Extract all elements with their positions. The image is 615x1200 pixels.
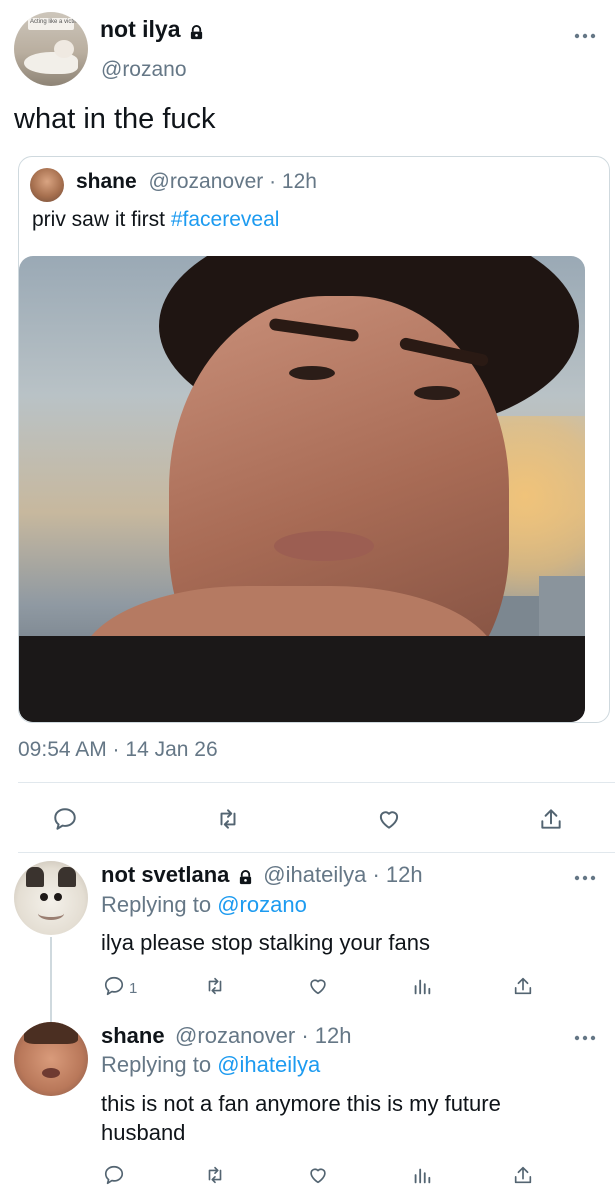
replying-to-line: Replying to @ihateilya [101, 1052, 320, 1078]
reply-handle-time[interactable]: @ihateilya · 12h [263, 862, 422, 887]
reply-header: shane @rozanover · 12h [101, 1023, 351, 1049]
share-icon[interactable] [512, 1164, 534, 1186]
lock-icon [239, 870, 251, 885]
divider [18, 852, 615, 853]
tweet-timestamp[interactable]: 09:54 AM · 14 Jan 26 [18, 738, 218, 762]
analytics-icon[interactable] [411, 975, 433, 997]
heart-icon[interactable] [307, 975, 329, 997]
share-icon[interactable] [512, 975, 534, 997]
more-options-icon[interactable] [574, 1035, 596, 1041]
share-icon[interactable] [538, 806, 564, 832]
quoted-handle-time[interactable]: @rozanover · 12h [149, 170, 317, 193]
replying-to-label: Replying to [101, 892, 212, 917]
divider [18, 782, 615, 783]
quoted-photo[interactable] [19, 256, 585, 722]
heart-icon[interactable] [376, 806, 402, 832]
lock-icon [190, 25, 203, 40]
reply-handle-time[interactable]: @rozanover · 12h [175, 1023, 351, 1048]
replying-to-label: Replying to [101, 1052, 212, 1077]
quoted-text-body: priv saw it first [32, 208, 166, 231]
quoted-author-name[interactable]: shane [76, 170, 137, 193]
heart-icon[interactable] [307, 1164, 329, 1186]
quoted-author-row: shane @rozanover · 12h [76, 170, 317, 194]
more-options-icon[interactable] [574, 875, 596, 881]
author-handle[interactable]: @rozano [101, 58, 187, 82]
retweet-icon[interactable] [204, 975, 226, 997]
replying-to-line: Replying to @rozano [101, 892, 307, 918]
retweet-icon[interactable] [204, 1164, 226, 1186]
reply-author-name[interactable]: not svetlana [101, 862, 229, 887]
reply-text: ilya please stop stalking your fans [101, 930, 430, 955]
quoted-text: priv saw it first #facereveal [32, 208, 279, 232]
reply-header: not svetlana @ihateilya · 12h [101, 862, 423, 888]
more-options-icon[interactable] [574, 33, 596, 39]
author-name-row: not ilya [100, 16, 204, 43]
reply-author-name[interactable]: shane [101, 1023, 165, 1048]
reply-text: this is not a fan anymore this is my fut… [101, 1091, 501, 1145]
quoted-avatar[interactable] [30, 168, 64, 202]
reply-icon[interactable] [103, 1164, 125, 1186]
avatar[interactable]: Acting like a victim [14, 12, 88, 86]
reply-icon[interactable] [103, 975, 125, 997]
replying-to-handle[interactable]: @ihateilya [217, 1052, 320, 1077]
reply-count: 1 [129, 980, 138, 997]
analytics-icon[interactable] [411, 1164, 433, 1186]
avatar-caption: Acting like a victim [30, 19, 80, 25]
reply-icon[interactable] [52, 806, 78, 832]
retweet-icon[interactable] [215, 806, 241, 832]
thread-connector [50, 937, 52, 1022]
reply-avatar[interactable] [14, 861, 88, 935]
reply-avatar[interactable] [14, 1022, 88, 1096]
hashtag-link[interactable]: #facereveal [171, 208, 280, 231]
author-name[interactable]: not ilya [100, 16, 181, 42]
tweet-text: what in the fuck [14, 103, 216, 135]
replying-to-handle[interactable]: @rozano [217, 892, 307, 917]
